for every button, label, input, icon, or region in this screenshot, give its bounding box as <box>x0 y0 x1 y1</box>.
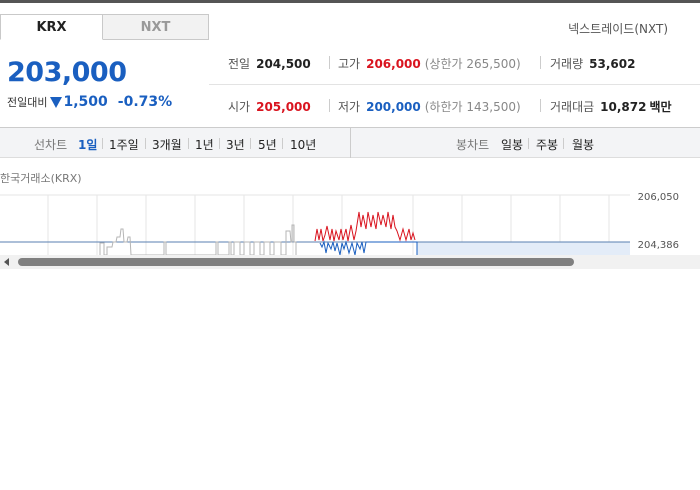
stat-value: 53,602 <box>589 57 636 71</box>
divider <box>540 56 541 69</box>
candle-weekly[interactable]: 주봉 <box>536 136 558 153</box>
change-label: 전일대비 <box>7 96 48 109</box>
change-value: 1,500 <box>63 94 108 110</box>
stat-value: 10,872 <box>600 100 647 114</box>
tab-krx[interactable]: KRX <box>0 14 103 40</box>
stat-value: 205,000 <box>256 100 311 114</box>
stats-divider <box>209 84 700 85</box>
stat-value: 204,500 <box>256 57 311 71</box>
stat-sub: (하한가 143,500) <box>424 100 521 114</box>
current-price: 203,000 <box>7 57 127 88</box>
stat-sub: (상한가 265,500) <box>424 57 521 71</box>
stat-label: 시가 <box>228 100 251 114</box>
line-chart-label: 선차트 <box>34 138 68 152</box>
stat-label: 저가 <box>338 100 361 114</box>
stat-label: 고가 <box>338 57 361 71</box>
period-1w[interactable]: 1주일 <box>109 136 139 153</box>
candle-chart-label: 봉차트 <box>456 138 490 152</box>
candle-monthly[interactable]: 월봉 <box>572 136 594 153</box>
divider <box>350 128 351 158</box>
divider <box>329 99 330 112</box>
change-row: 전일대비 1,500 -0.73% <box>7 94 172 110</box>
scroll-thumb[interactable] <box>18 258 574 266</box>
pre-market-line <box>99 224 297 255</box>
exchange-label: 한국거래소(KRX) <box>0 172 82 185</box>
chart-period-bar: 선차트 1일 1주일 3개월 1년 3년 5년 10년 봉차트 일봉 주봉 월봉 <box>0 127 700 158</box>
divider <box>250 138 251 149</box>
stat-value: 200,000 <box>366 100 421 114</box>
divider <box>563 138 564 149</box>
future-area <box>417 242 630 255</box>
stat-label: 전일 <box>228 57 251 71</box>
stat-prev-close: 전일 204,500 <box>228 55 311 72</box>
y-tick-label: 206,050 <box>638 192 679 203</box>
price-line-down <box>319 240 418 255</box>
price-line-up <box>314 211 416 242</box>
divider <box>102 138 103 149</box>
period-3m[interactable]: 3개월 <box>152 136 182 153</box>
candle-daily[interactable]: 일봉 <box>501 136 523 153</box>
divider <box>329 56 330 69</box>
tab-nxt[interactable]: NXT <box>103 14 209 40</box>
stat-label: 거래량 <box>550 57 584 71</box>
stat-open: 시가 205,000 <box>228 98 311 115</box>
stat-high: 고가 206,000 (상한가 265,500) <box>338 55 521 72</box>
horizontal-scrollbar[interactable] <box>0 255 700 269</box>
divider <box>528 138 529 149</box>
change-percent: -0.73% <box>117 94 173 110</box>
divider <box>219 138 220 149</box>
divider <box>188 138 189 149</box>
nxt-link[interactable]: 넥스트레이드(NXT) <box>568 20 668 37</box>
stat-unit: 백만 <box>649 100 672 114</box>
scroll-left-icon[interactable] <box>4 258 9 266</box>
stat-value: 206,000 <box>366 57 421 71</box>
period-5y[interactable]: 5년 <box>258 136 277 153</box>
stat-volume: 거래량 53,602 <box>550 55 635 72</box>
divider <box>145 138 146 149</box>
period-10y[interactable]: 10년 <box>290 136 316 153</box>
period-3y[interactable]: 3년 <box>226 136 245 153</box>
intraday-chart: 206,050 204,386 <box>0 192 679 255</box>
market-tabs: KRX NXT <box>0 14 209 41</box>
divider <box>282 138 283 149</box>
stat-label: 거래대금 <box>550 100 595 114</box>
top-border <box>0 0 700 3</box>
down-triangle-icon <box>50 96 63 108</box>
y-tick-label: 204,386 <box>638 240 679 251</box>
stat-turnover: 거래대금 10,872 백만 <box>550 98 672 115</box>
stat-low: 저가 200,000 (하한가 143,500) <box>338 98 521 115</box>
period-1d[interactable]: 1일 <box>78 136 97 153</box>
period-1y[interactable]: 1년 <box>195 136 214 153</box>
divider <box>540 99 541 112</box>
